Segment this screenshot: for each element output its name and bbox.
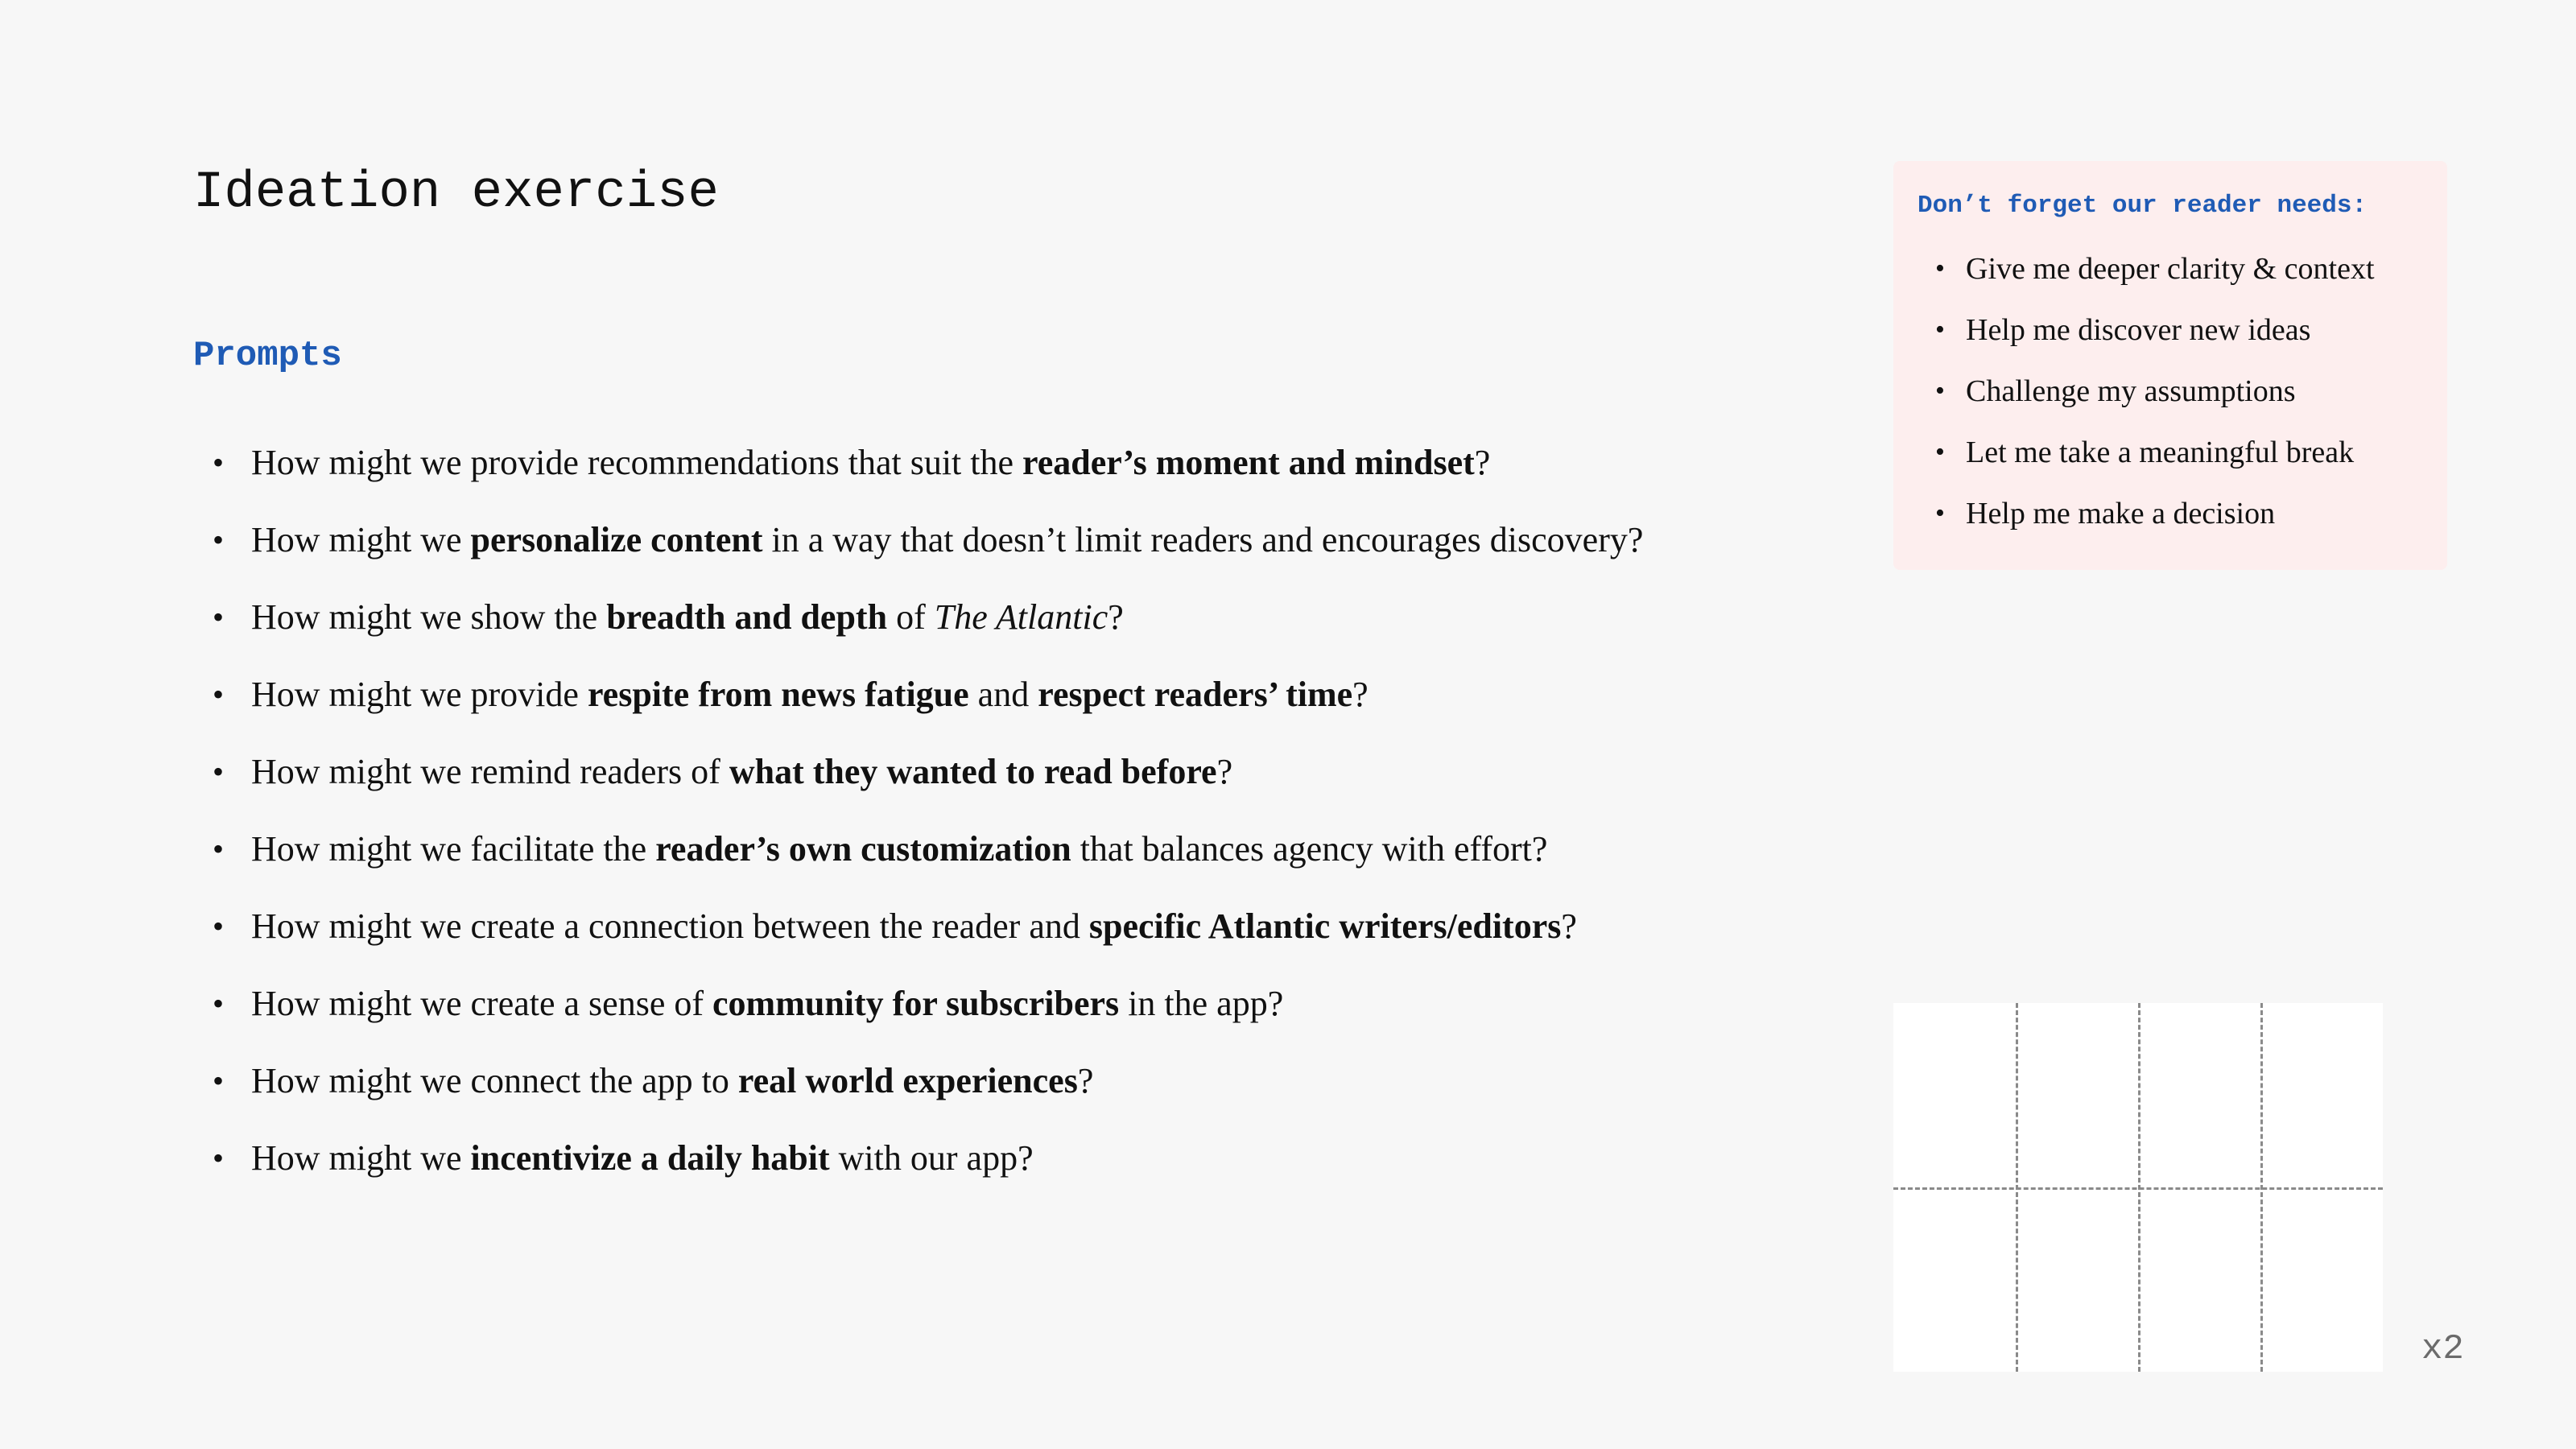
bullet-icon: • <box>213 676 225 712</box>
prompt-emphasis: incentivize a daily habit <box>470 1138 830 1178</box>
prompt-item: • How might we create a sense of communit… <box>193 976 1803 1053</box>
prompt-text: How might we <box>251 520 471 559</box>
bullet-icon: • <box>213 985 225 1022</box>
reader-need-item: • Give me deeper clarity & context <box>1918 245 2425 306</box>
bullet-icon: • <box>1935 254 1945 283</box>
prompt-item: • How might we incentivize a daily habit … <box>193 1130 1803 1208</box>
prompt-text: in the app? <box>1119 984 1284 1023</box>
reader-need-item: • Help me discover new ideas <box>1918 306 2425 367</box>
prompt-item: • How might we create a connection betwee… <box>193 898 1803 976</box>
prompt-text: How might we show the <box>251 597 607 637</box>
prompt-emphasis: personalize content <box>470 520 763 559</box>
prompt-item: • How might we remind readers of what the… <box>193 744 1803 821</box>
prompt-emphasis: what they wanted to read before <box>729 752 1217 791</box>
prompt-list: • How might we provide recommendations th… <box>193 435 1803 1208</box>
prompt-text: How might we create a connection between… <box>251 906 1089 946</box>
bullet-icon: • <box>213 908 225 944</box>
prompt-text: ? <box>1077 1061 1094 1100</box>
prompt-text: and <box>968 675 1038 714</box>
prompt-item: • How might we provide recommendations th… <box>193 435 1803 512</box>
prompt-text: ? <box>1561 906 1577 946</box>
reader-need-item: • Challenge my assumptions <box>1918 367 2425 428</box>
prompt-text: How might we facilitate the <box>251 829 656 869</box>
prompt-emphasis: specific Atlantic writers/editors <box>1088 906 1562 946</box>
prompt-text: How might we provide recommendations tha… <box>251 443 1023 482</box>
prompt-text: ? <box>1216 752 1233 791</box>
reader-need-label: Give me deeper clarity & context <box>1966 252 2375 286</box>
bullet-icon: • <box>213 831 225 867</box>
prompts-heading: Prompts <box>193 336 342 376</box>
prompt-item: • How might we provide respite from news … <box>193 667 1803 744</box>
bullet-icon: • <box>213 1063 225 1099</box>
reader-needs-title: Don’t forget our reader needs: <box>1918 192 2368 220</box>
prompt-item: • How might we facilitate the reader’s ow… <box>193 821 1803 898</box>
bullet-icon: • <box>1935 315 1945 345</box>
prompt-emphasis: respite from news fatigue <box>587 675 969 714</box>
reader-need-label: Help me discover new ideas <box>1966 313 2311 347</box>
prompt-text: How might we create a sense of <box>251 984 713 1023</box>
bullet-icon: • <box>213 599 225 635</box>
prompt-text: ? <box>1474 443 1491 482</box>
grid-divider-horizontal <box>1893 1187 2383 1190</box>
reader-needs-list: • Give me deeper clarity & context • Help m… <box>1918 245 2425 551</box>
reader-need-label: Challenge my assumptions <box>1966 374 2296 408</box>
prompt-text: How might we connect the app to <box>251 1061 738 1100</box>
prompt-emphasis: reader’s moment and mindset <box>1022 443 1475 482</box>
bullet-icon: • <box>1935 376 1945 406</box>
prompt-emphasis: real world experiences <box>737 1061 1078 1100</box>
bullet-icon: • <box>213 522 225 558</box>
sketch-grid <box>1893 1003 2383 1372</box>
reader-needs-callout: Don’t forget our reader needs: • Give me … <box>1893 161 2447 570</box>
sketch-grid-multiplier: x2 <box>2421 1329 2464 1369</box>
reader-need-label: Let me take a meaningful break <box>1966 436 2355 469</box>
prompt-publication-title: The Atlantic <box>934 597 1108 637</box>
prompt-text: of <box>887 597 935 637</box>
bullet-icon: • <box>1935 437 1945 467</box>
page-title: Ideation exercise <box>193 164 719 222</box>
reader-need-label: Help me make a decision <box>1966 497 2276 530</box>
prompt-text: that balances agency with effort? <box>1071 829 1548 869</box>
prompt-text: in a way that doesn’t limit readers and … <box>762 520 1644 559</box>
prompt-text: ? <box>1108 597 1124 637</box>
prompt-text: with our app? <box>829 1138 1034 1178</box>
prompt-emphasis: breadth and depth <box>606 597 888 637</box>
bullet-icon: • <box>213 1140 225 1176</box>
prompt-text: ? <box>1352 675 1368 714</box>
reader-need-item: • Help me make a decision <box>1918 489 2425 551</box>
prompt-text: How might we remind readers of <box>251 752 729 791</box>
bullet-icon: • <box>1935 498 1945 528</box>
prompt-emphasis: community for subscribers <box>712 984 1120 1023</box>
bullet-icon: • <box>213 444 225 481</box>
bullet-icon: • <box>213 753 225 790</box>
prompt-item: • How might we show the breadth and depth… <box>193 589 1803 667</box>
prompt-item: • How might we connect the app to real wo… <box>193 1053 1803 1130</box>
prompt-emphasis: respect readers’ time <box>1038 675 1353 714</box>
prompt-text: How might we <box>251 1138 471 1178</box>
prompt-item: • How might we personalize content in a w… <box>193 512 1803 589</box>
reader-need-item: • Let me take a meaningful break <box>1918 428 2425 489</box>
prompt-text: How might we provide <box>251 675 588 714</box>
prompt-emphasis: reader’s own customization <box>655 829 1071 869</box>
